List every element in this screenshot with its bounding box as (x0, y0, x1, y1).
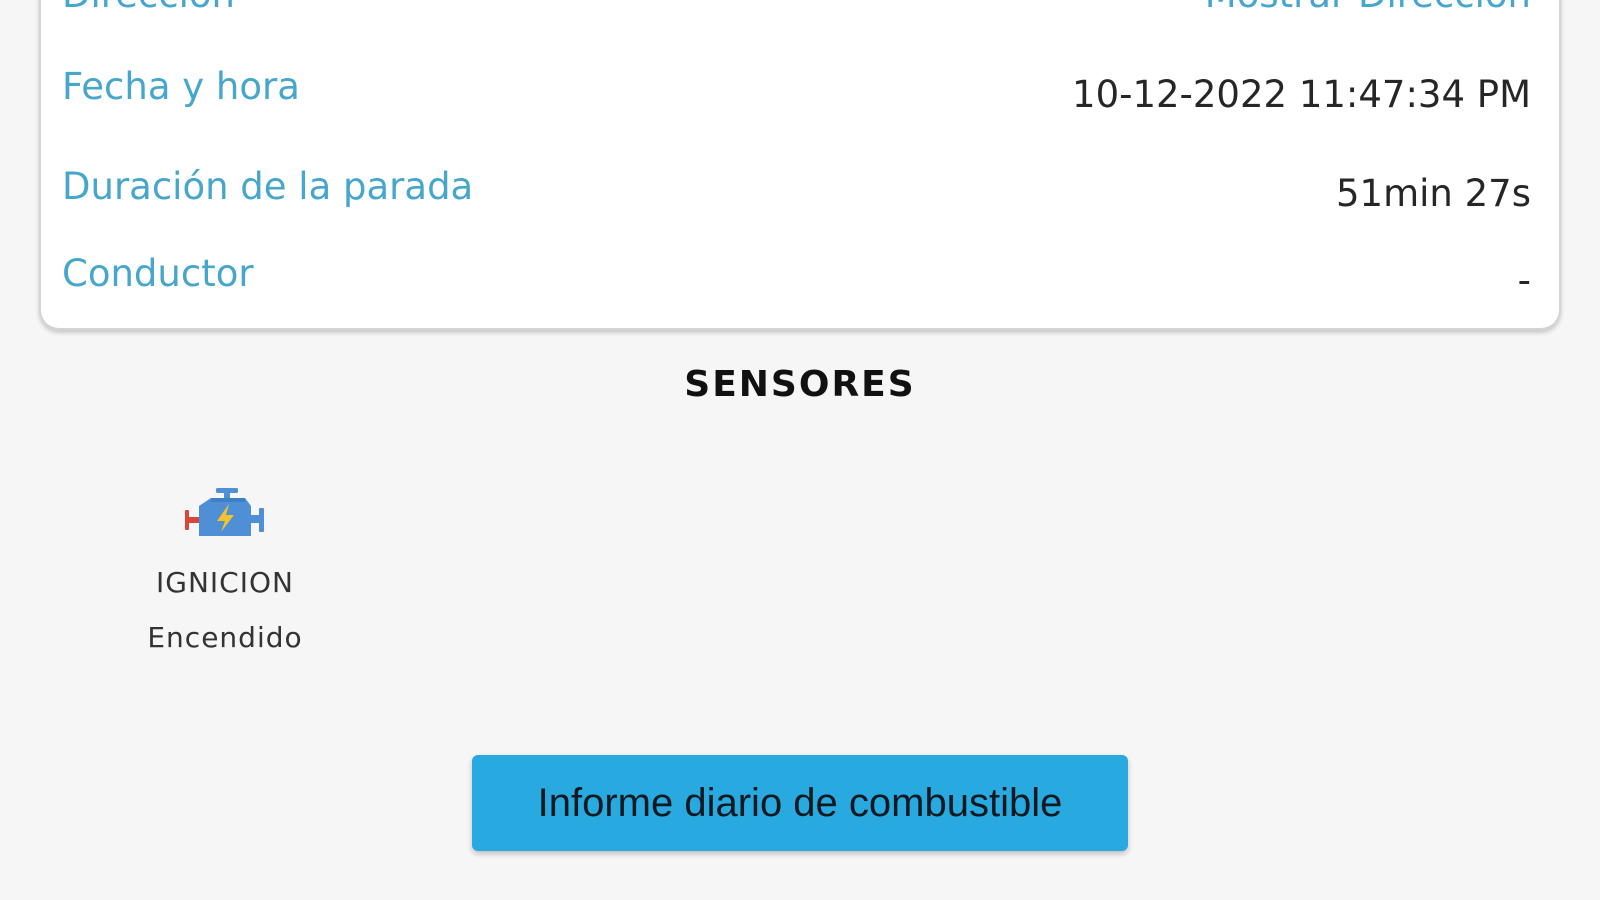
driver-value: - (1517, 259, 1531, 302)
show-address-link[interactable]: Mostrar Dirección (1205, 0, 1531, 13)
datetime-value: 10-12-2022 11:47:34 PM (1072, 73, 1531, 116)
sensor-state: Encendido (147, 621, 303, 654)
vehicle-stop-detail-screen: Dirección Mostrar Dirección Fecha y hora… (0, 0, 1600, 900)
datetime-row: Fecha y hora 10-12-2022 11:47:34 PM (41, 64, 1559, 124)
stop-info-card: Dirección Mostrar Dirección Fecha y hora… (39, 0, 1561, 330)
stop-duration-label: Duración de la parada (62, 165, 474, 208)
engine-icon (185, 488, 264, 536)
driver-label: Conductor (62, 252, 254, 295)
address-row: Dirección Mostrar Dirección (41, 0, 1559, 36)
stop-duration-value: 51min 27s (1336, 172, 1531, 215)
sensor-name: IGNICION (156, 566, 294, 599)
daily-fuel-report-button[interactable]: Informe diario de combustible (472, 755, 1128, 851)
sensor-tile-ignition[interactable]: IGNICION Encendido (120, 488, 330, 654)
sensors-title: SENSORES (684, 364, 916, 405)
datetime-label: Fecha y hora (62, 65, 300, 108)
stop-duration-row: Duración de la parada 51min 27s (41, 166, 1559, 226)
driver-row: Conductor - (41, 253, 1559, 313)
address-label: Dirección (62, 0, 235, 13)
